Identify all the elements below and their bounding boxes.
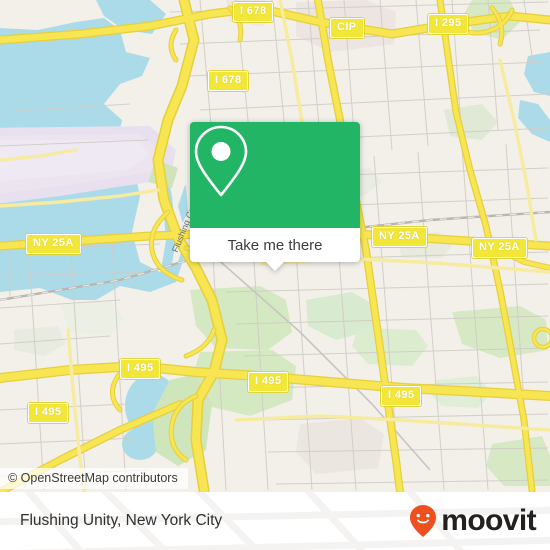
- map-pin-icon: [194, 125, 248, 197]
- moovit-brand[interactable]: moovit: [409, 504, 537, 538]
- callout-tail: [266, 262, 284, 271]
- map-screen: Flushing Creek I 678 CIP I 295 I 678 NY …: [0, 0, 550, 550]
- road-shield[interactable]: I 678: [208, 71, 249, 91]
- moovit-wordmark: moovit: [441, 504, 536, 537]
- callout-icon-area: [190, 122, 360, 228]
- take-me-there-button[interactable]: Take me there: [190, 228, 360, 262]
- moovit-pin-icon: [410, 505, 437, 537]
- map-attribution[interactable]: © OpenStreetMap contributors: [0, 468, 188, 489]
- page-title: Flushing Unity, New York City: [20, 512, 223, 529]
- footer-bar: Flushing Unity, New York City moovit: [0, 492, 550, 550]
- road-shield[interactable]: I 678: [233, 2, 274, 22]
- road-shield[interactable]: I 495: [120, 359, 161, 379]
- take-me-there-label: Take me there: [227, 236, 323, 254]
- attribution-text: © OpenStreetMap contributors: [8, 471, 178, 485]
- road-shield[interactable]: NY 25A: [26, 234, 81, 254]
- road-shield[interactable]: I 295: [428, 14, 469, 34]
- road-shield[interactable]: I 495: [28, 403, 69, 423]
- road-shield[interactable]: CIP: [330, 18, 364, 38]
- road-shield[interactable]: NY 25A: [372, 227, 427, 247]
- road-shield[interactable]: I 495: [248, 372, 289, 392]
- location-callout[interactable]: Take me there: [190, 122, 360, 271]
- map-canvas[interactable]: Flushing Creek I 678 CIP I 295 I 678 NY …: [0, 0, 550, 492]
- road-shield[interactable]: I 495: [381, 386, 422, 406]
- road-shield[interactable]: NY 25A: [472, 238, 527, 258]
